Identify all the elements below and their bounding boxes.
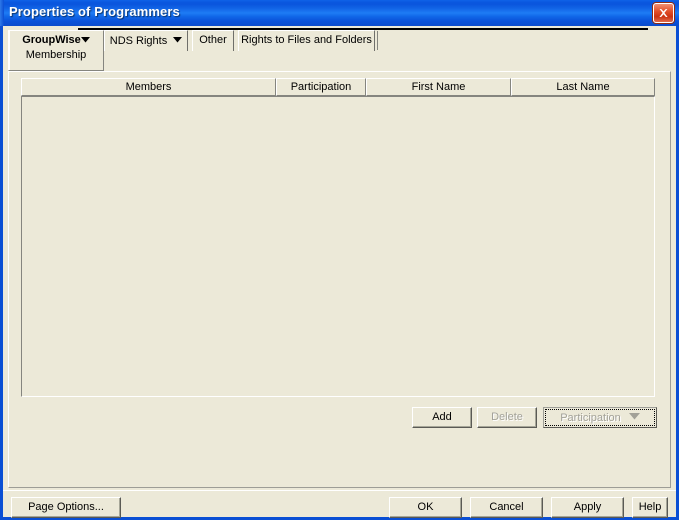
close-icon[interactable]: [653, 3, 674, 23]
tab-nds-rights[interactable]: NDS Rights: [104, 30, 188, 51]
chevron-down-icon: [80, 34, 90, 46]
tab-groupwise-label-row: GroupWise: [9, 34, 103, 46]
tab-groupwise-sublabel: Membership: [25, 49, 87, 61]
tab-strip: NDS Rights Other Rights to Files and Fol…: [3, 30, 676, 71]
tab-groupwise[interactable]: GroupWise Membership: [8, 30, 104, 71]
apply-button[interactable]: Apply: [551, 497, 624, 518]
window-title: Properties of Programmers: [9, 4, 180, 19]
add-button[interactable]: Add: [412, 407, 472, 428]
column-header-members[interactable]: Members: [21, 78, 276, 96]
title-bar-edge: [0, 0, 4, 26]
apply-button-label: Apply: [573, 501, 602, 513]
chevron-down-icon: [173, 34, 183, 46]
membership-list[interactable]: [21, 96, 655, 397]
ok-button-label: OK: [417, 501, 434, 513]
list-header-row: Members Participation First Name Last Na…: [21, 78, 655, 96]
delete-button-label: Delete: [491, 411, 523, 423]
footer-bar: Page Options... OK Cancel Apply Help: [3, 490, 676, 518]
tab-rights-to-files-and-folders[interactable]: Rights to Files and Folders: [238, 30, 375, 51]
column-header-last-name[interactable]: Last Name: [511, 78, 655, 96]
chevron-down-icon: [628, 408, 640, 427]
cancel-button[interactable]: Cancel: [470, 497, 543, 518]
tab-nds-rights-label: NDS Rights: [109, 35, 168, 47]
add-button-label: Add: [432, 411, 452, 423]
page-options-button-label: Page Options...: [28, 501, 104, 513]
ok-button[interactable]: OK: [389, 497, 462, 518]
dialog-body: NDS Rights Other Rights to Files and Fol…: [3, 26, 676, 518]
column-header-first-name[interactable]: First Name: [366, 78, 511, 96]
tab-groupwise-label: GroupWise: [22, 34, 81, 46]
participation-button-label: Participation: [560, 412, 621, 424]
page-options-button[interactable]: Page Options...: [11, 497, 121, 518]
footer-divider: [3, 490, 676, 491]
cancel-button-label: Cancel: [489, 501, 524, 513]
delete-button: Delete: [477, 407, 537, 428]
tab-other-label: Other: [199, 34, 227, 46]
help-button-label: Help: [638, 501, 662, 513]
tab-other[interactable]: Other: [192, 30, 234, 51]
participation-button: Participation: [543, 407, 657, 428]
properties-dialog-window: Properties of Programmers NDS Rights Oth…: [0, 0, 679, 520]
title-bar: Properties of Programmers: [0, 0, 679, 26]
tab-strip-end-divider: [377, 31, 378, 50]
help-button[interactable]: Help: [632, 497, 668, 518]
tab-rights-to-files-and-folders-label: Rights to Files and Folders: [241, 34, 372, 46]
column-header-participation[interactable]: Participation: [276, 78, 366, 96]
